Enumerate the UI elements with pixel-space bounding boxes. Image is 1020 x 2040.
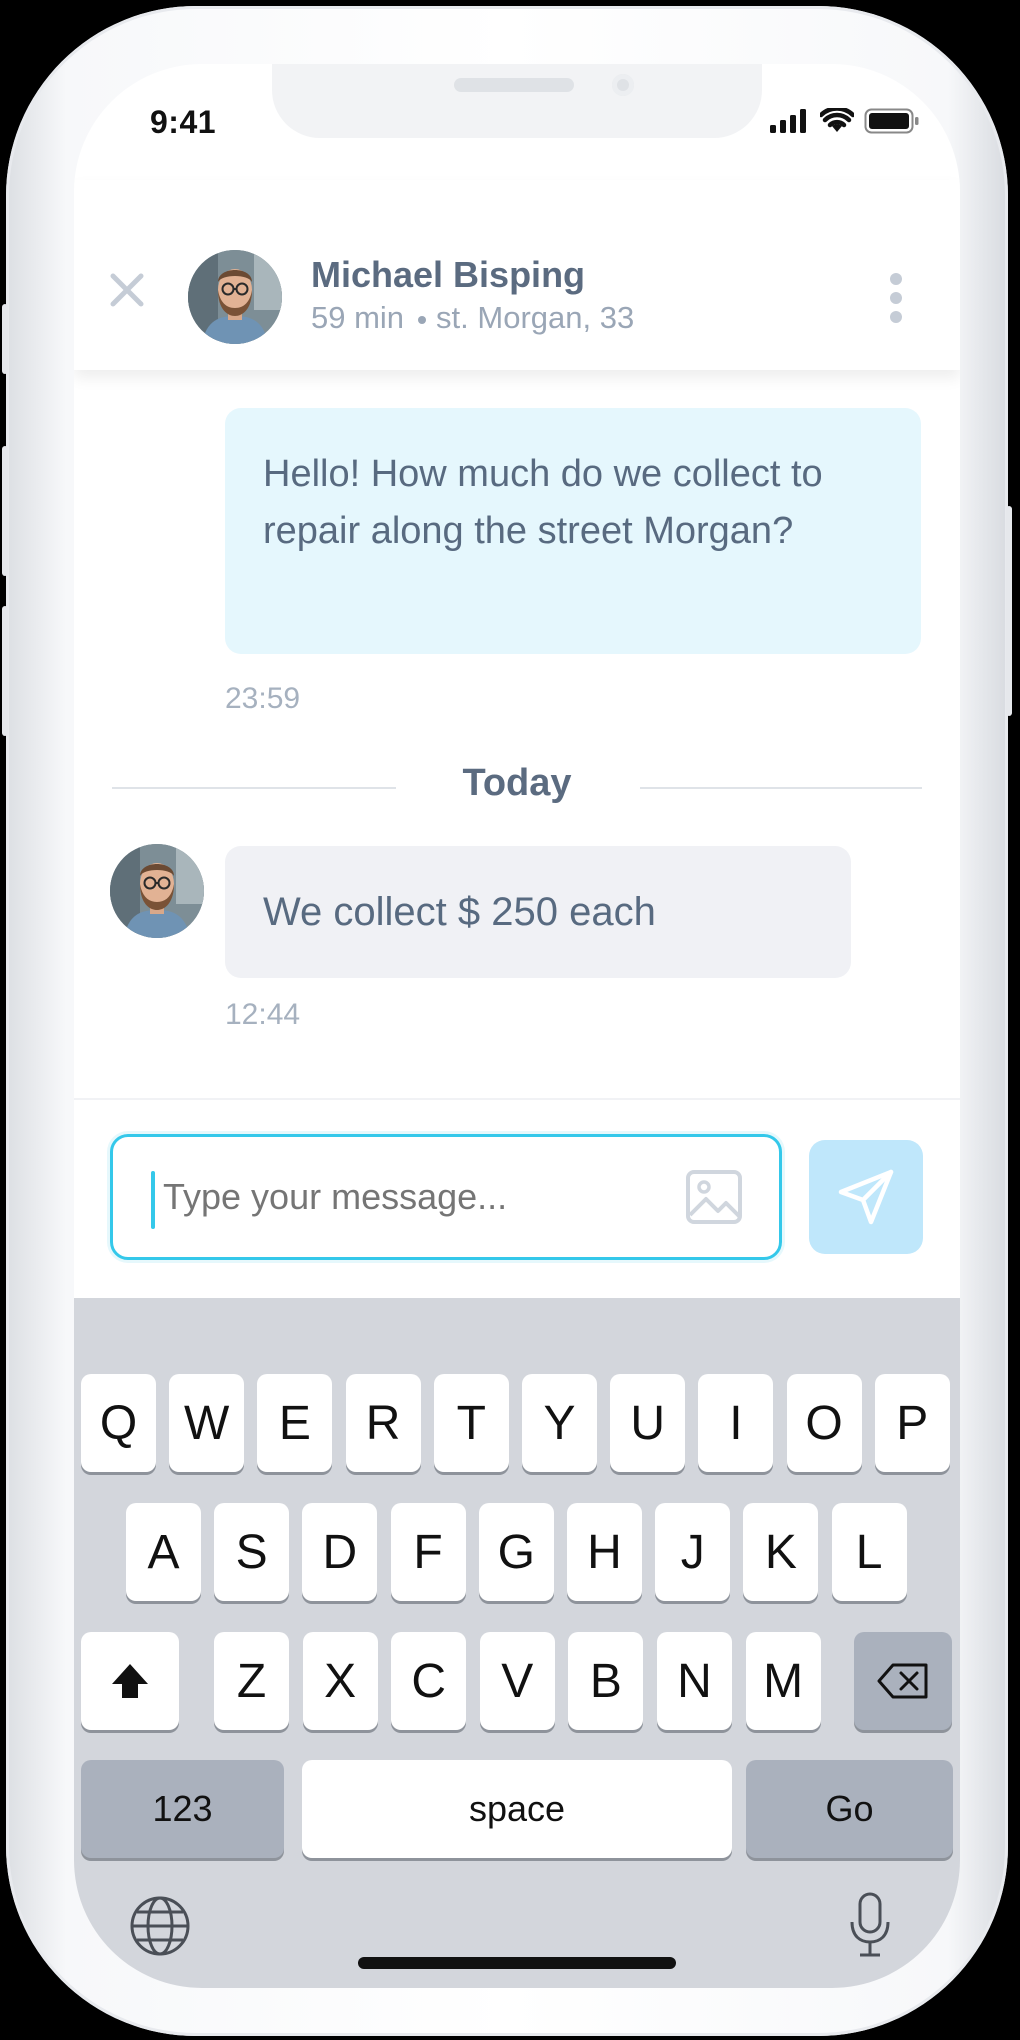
meta-separator-dot (418, 315, 427, 324)
key-s[interactable]: S (214, 1503, 290, 1601)
key-z[interactable]: Z (214, 1632, 289, 1730)
wifi-icon (820, 108, 854, 132)
phone-screen: 9:41 Michael Bisping 59 min st. Morgan, … (74, 64, 960, 1988)
side-button-left-3 (2, 606, 8, 736)
incoming-message-bubble[interactable]: We collect $ 250 each (225, 846, 851, 978)
message-list[interactable]: Hello! How much do we collect to repair … (74, 370, 960, 1150)
numbers-key[interactable]: 123 (81, 1760, 284, 1858)
key-l[interactable]: L (831, 1503, 907, 1601)
key-c[interactable]: C (391, 1632, 467, 1730)
key-n[interactable]: N (657, 1632, 732, 1730)
message-composer (74, 1098, 960, 1290)
notch (272, 64, 762, 138)
contact-name: Michael Bisping (311, 254, 586, 295)
date-divider-right (640, 787, 922, 789)
menu-dots-icon[interactable] (889, 272, 903, 324)
sender-avatar[interactable] (110, 844, 204, 938)
date-separator-label: Today (462, 762, 572, 804)
avatar-photo (188, 250, 282, 344)
key-r[interactable]: R (345, 1374, 421, 1472)
chat-header: Michael Bisping 59 min st. Morgan, 33 (74, 180, 960, 370)
image-icon[interactable] (685, 1169, 743, 1225)
key-a[interactable]: A (126, 1503, 201, 1601)
outgoing-message-bubble[interactable]: Hello! How much do we collect to repair … (225, 408, 921, 654)
last-seen: 59 min (311, 300, 405, 335)
key-x[interactable]: X (302, 1632, 378, 1730)
side-button-right (1006, 506, 1012, 716)
key-g[interactable]: G (478, 1503, 554, 1601)
go-key[interactable]: Go (746, 1760, 953, 1858)
text-caret (151, 1171, 155, 1229)
incoming-message-time: 12:44 (225, 998, 301, 1031)
battery-icon (864, 108, 919, 134)
send-icon (838, 1169, 894, 1225)
backspace-key[interactable] (854, 1632, 952, 1730)
status-icons (770, 108, 920, 134)
message-input[interactable] (163, 1137, 643, 1257)
key-b[interactable]: B (568, 1632, 644, 1730)
key-w[interactable]: W (169, 1374, 245, 1472)
backspace-icon (877, 1663, 928, 1699)
key-f[interactable]: F (390, 1503, 466, 1601)
shift-icon (112, 1664, 148, 1698)
home-indicator[interactable] (358, 1957, 676, 1969)
send-button[interactable] (809, 1140, 923, 1254)
side-button-left-2 (2, 446, 8, 576)
status-time: 9:41 (150, 104, 217, 140)
contact-address: st. Morgan, 33 (436, 300, 635, 335)
speaker (454, 78, 574, 92)
globe-icon[interactable] (129, 1895, 191, 1957)
phone-frame: 9:41 Michael Bisping 59 min st. Morgan, … (2, 6, 1012, 2036)
key-u[interactable]: U (610, 1374, 686, 1472)
shift-key[interactable] (81, 1632, 179, 1730)
key-j[interactable]: J (655, 1503, 731, 1601)
contact-avatar[interactable] (188, 250, 282, 344)
key-m[interactable]: M (745, 1632, 821, 1730)
key-q[interactable]: Q (81, 1374, 156, 1472)
signal-icon (770, 109, 806, 133)
key-h[interactable]: H (567, 1503, 642, 1601)
avatar-photo (110, 844, 204, 938)
close-icon[interactable] (110, 273, 144, 307)
key-v[interactable]: V (479, 1632, 555, 1730)
key-o[interactable]: O (786, 1374, 862, 1472)
key-p[interactable]: P (874, 1374, 950, 1472)
key-t[interactable]: T (433, 1374, 509, 1472)
keyboard: QWERTYUIOP ASDFGHJKL ZXCVBNM 123 space G… (74, 1298, 960, 1988)
contact-meta: 59 min st. Morgan, 33 (311, 300, 634, 336)
front-camera (612, 74, 634, 96)
outgoing-message-time: 23:59 (225, 682, 301, 715)
key-k[interactable]: K (743, 1503, 819, 1601)
microphone-icon[interactable] (848, 1892, 892, 1958)
key-y[interactable]: Y (522, 1374, 597, 1472)
message-input-box[interactable] (110, 1134, 782, 1260)
key-e[interactable]: E (257, 1374, 333, 1472)
space-key[interactable]: space (302, 1760, 732, 1858)
key-i[interactable]: I (698, 1374, 774, 1472)
side-button-left-1 (2, 304, 8, 374)
key-d[interactable]: D (302, 1503, 378, 1601)
